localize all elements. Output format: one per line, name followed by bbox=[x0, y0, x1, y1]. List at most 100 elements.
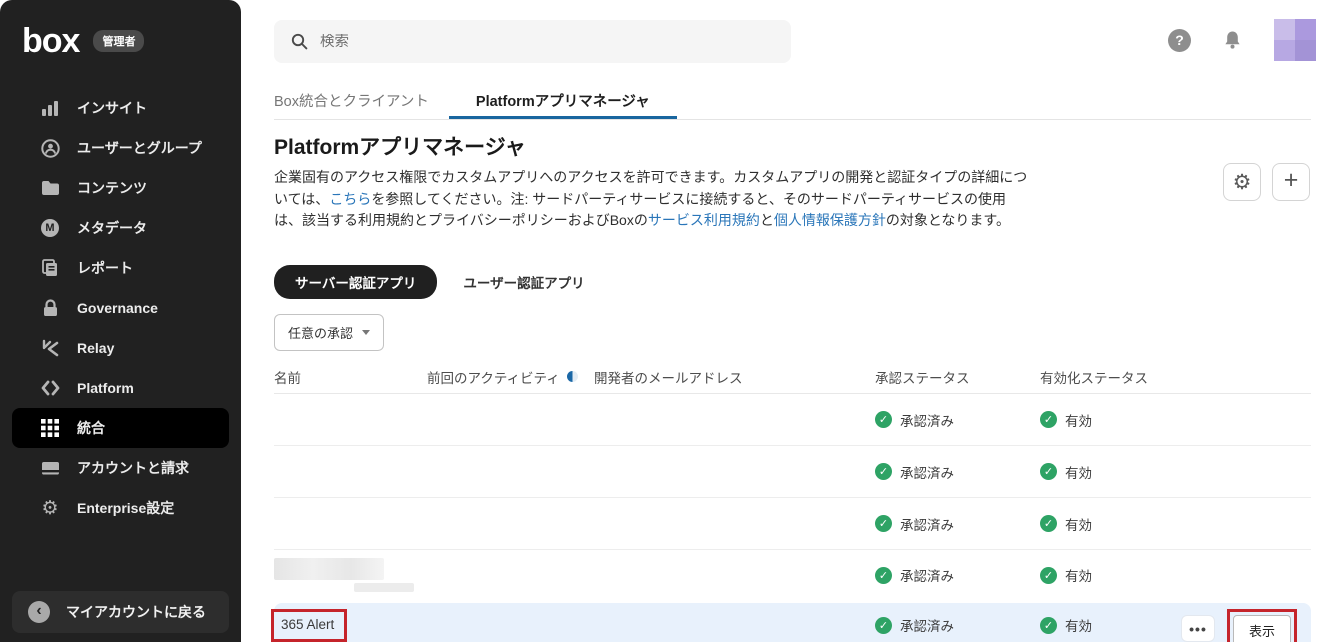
approval-status: ✓ 承認済み bbox=[875, 615, 1040, 635]
page-action-buttons: ⚙ + bbox=[1223, 163, 1310, 201]
view-button[interactable]: 表示 bbox=[1233, 615, 1291, 642]
user-avatar[interactable] bbox=[1274, 19, 1316, 61]
main-content: ? Box統合とクライアント Platformアプリマネージャ Platform… bbox=[241, 0, 1335, 642]
enabled-status: ✓ 有効 bbox=[1040, 462, 1311, 482]
check-icon: ✓ bbox=[875, 463, 892, 480]
col-header-email: 開発者のメールアドレス bbox=[594, 367, 875, 387]
search-bar[interactable] bbox=[274, 20, 791, 63]
sidebar-item-label: インサイト bbox=[77, 98, 147, 118]
sidebar-item-governance[interactable]: Governance bbox=[12, 288, 229, 328]
app-name: 365 Alert bbox=[281, 617, 334, 632]
sidebar-item-enterprise-settings[interactable]: ⚙ Enterprise設定 bbox=[12, 488, 229, 528]
grid-icon bbox=[40, 418, 60, 438]
check-icon: ✓ bbox=[875, 411, 892, 428]
enabled-status: ✓ 有効 bbox=[1040, 565, 1311, 585]
plus-icon: + bbox=[1284, 168, 1299, 193]
desc-line2: いては、 bbox=[274, 191, 329, 207]
sidebar-item-label: 統合 bbox=[77, 418, 105, 438]
app-window: box 管理者 インサイト ユーザーとグループ コンテンツ bbox=[0, 0, 1335, 642]
redacted-name-tail bbox=[354, 583, 414, 592]
sidebar-item-reports[interactable]: レポート bbox=[12, 248, 229, 288]
metadata-m-icon: M bbox=[40, 218, 60, 238]
add-app-button[interactable]: + bbox=[1272, 163, 1310, 201]
sidebar-item-relay[interactable]: Relay bbox=[12, 328, 229, 368]
settings-button[interactable]: ⚙ bbox=[1223, 163, 1261, 201]
link-kochira[interactable]: こちら bbox=[329, 191, 371, 207]
sidebar-item-content[interactable]: コンテンツ bbox=[12, 168, 229, 208]
topbar-icons: ? bbox=[1168, 19, 1316, 61]
table-header-row: 名前 前回のアクティビティ 開発者のメールアドレス 承認ステータス 有効化ステー… bbox=[274, 360, 1311, 394]
annotation-box-view: 表示 bbox=[1227, 609, 1297, 642]
back-to-my-account-label: マイアカウントに戻る bbox=[66, 602, 206, 622]
brand: box 管理者 bbox=[0, 0, 241, 58]
annotation-box-name: 365 Alert bbox=[271, 609, 347, 642]
gear-icon: ⚙ bbox=[1233, 172, 1252, 193]
sidebar-item-insights[interactable]: インサイト bbox=[12, 88, 229, 128]
table-row[interactable]: ✓ 承認済み ✓ 有効 bbox=[274, 498, 1311, 550]
approval-filter-label: 任意の承認 bbox=[288, 323, 353, 342]
lock-icon bbox=[40, 298, 60, 318]
tab-box-integrations[interactable]: Box統合とクライアント bbox=[274, 90, 429, 119]
sidebar-item-integrations[interactable]: 統合 bbox=[12, 408, 229, 448]
table-row-365-alert[interactable]: 365 Alert ✓ 承認済み ✓ 有効 ••• 表示 bbox=[274, 603, 1311, 642]
sidebar-item-label: コンテンツ bbox=[77, 178, 147, 198]
help-icon[interactable]: ? bbox=[1168, 29, 1191, 52]
chevron-down-icon bbox=[362, 330, 370, 335]
sidebar-item-metadata[interactable]: M メタデータ bbox=[12, 208, 229, 248]
bell-icon[interactable] bbox=[1222, 30, 1243, 51]
check-icon: ✓ bbox=[875, 515, 892, 532]
tab-bar: Box統合とクライアント Platformアプリマネージャ bbox=[274, 90, 1311, 120]
bar-chart-icon bbox=[40, 98, 60, 118]
approval-status: ✓ 承認済み bbox=[875, 565, 1040, 585]
check-icon: ✓ bbox=[1040, 463, 1057, 480]
page-description: 企業固有のアクセス権限でカスタムアプリへのアクセスを許可できます。カスタムアプリ… bbox=[274, 167, 1064, 232]
sidebar: box 管理者 インサイト ユーザーとグループ コンテンツ bbox=[0, 0, 241, 642]
box-logo: box bbox=[22, 24, 79, 58]
link-terms-of-service[interactable]: サービス利用規約 bbox=[648, 212, 760, 228]
row-actions: ••• 表示 bbox=[1181, 609, 1297, 642]
redacted-name bbox=[274, 558, 384, 580]
apps-table: 名前 前回のアクティビティ 開発者のメールアドレス 承認ステータス 有効化ステー… bbox=[274, 360, 1311, 642]
back-arrow-icon: ‹ bbox=[28, 601, 50, 623]
sidebar-item-users-groups[interactable]: ユーザーとグループ bbox=[12, 128, 229, 168]
relay-icon bbox=[40, 338, 60, 358]
user-auth-apps-tab[interactable]: ユーザー認証アプリ bbox=[463, 272, 584, 292]
tab-platform-app-manager[interactable]: Platformアプリマネージャ bbox=[449, 90, 677, 119]
report-doc-icon bbox=[40, 258, 60, 278]
enabled-status: ✓ 有効 bbox=[1040, 514, 1311, 534]
sidebar-item-platform[interactable]: Platform bbox=[12, 368, 229, 408]
sidebar-item-label: Platform bbox=[77, 380, 134, 396]
table-row[interactable]: ✓ 承認済み ✓ 有効 bbox=[274, 550, 1311, 600]
sidebar-item-account-billing[interactable]: アカウントと請求 bbox=[12, 448, 229, 488]
credit-card-icon bbox=[40, 458, 60, 478]
table-row[interactable]: ✓ 承認済み ✓ 有効 bbox=[274, 394, 1311, 446]
sidebar-item-label: レポート bbox=[77, 258, 133, 278]
search-input[interactable] bbox=[320, 34, 760, 50]
check-icon: ✓ bbox=[1040, 567, 1057, 584]
link-privacy-policy[interactable]: 個人情報保護方針 bbox=[774, 212, 886, 228]
col-header-approval: 承認ステータス bbox=[875, 367, 1040, 387]
sidebar-item-label: Governance bbox=[77, 300, 158, 316]
approval-status: ✓ 承認済み bbox=[875, 462, 1040, 482]
server-auth-apps-pill[interactable]: サーバー認証アプリ bbox=[274, 265, 437, 299]
page-title: Platformアプリマネージャ bbox=[274, 131, 526, 161]
search-icon bbox=[291, 33, 308, 50]
check-icon: ✓ bbox=[1040, 515, 1057, 532]
col-header-activity[interactable]: 前回のアクティビティ bbox=[427, 367, 594, 387]
desc-line3: は、該当する利用規約とプライバシーポリシーおよびBoxの bbox=[274, 212, 648, 228]
gear-icon: ⚙ bbox=[40, 498, 60, 518]
sidebar-item-label: メタデータ bbox=[77, 218, 147, 238]
sidebar-nav: インサイト ユーザーとグループ コンテンツ M メタデータ bbox=[0, 88, 241, 528]
approval-filter-dropdown[interactable]: 任意の承認 bbox=[274, 314, 384, 351]
check-icon: ✓ bbox=[1040, 411, 1057, 428]
user-circle-icon bbox=[40, 138, 60, 158]
sidebar-item-label: Relay bbox=[77, 340, 114, 356]
folder-icon bbox=[40, 178, 60, 198]
check-icon: ✓ bbox=[875, 567, 892, 584]
admin-badge: 管理者 bbox=[93, 30, 144, 52]
more-options-button[interactable]: ••• bbox=[1181, 615, 1215, 642]
enabled-status: ✓ 有効 bbox=[1040, 410, 1311, 430]
table-row[interactable]: ✓ 承認済み ✓ 有効 bbox=[274, 446, 1311, 498]
desc-line1: 企業固有のアクセス権限でカスタムアプリへのアクセスを許可できます。カスタムアプリ… bbox=[274, 169, 1027, 185]
back-to-my-account-button[interactable]: ‹ マイアカウントに戻る bbox=[12, 591, 229, 633]
